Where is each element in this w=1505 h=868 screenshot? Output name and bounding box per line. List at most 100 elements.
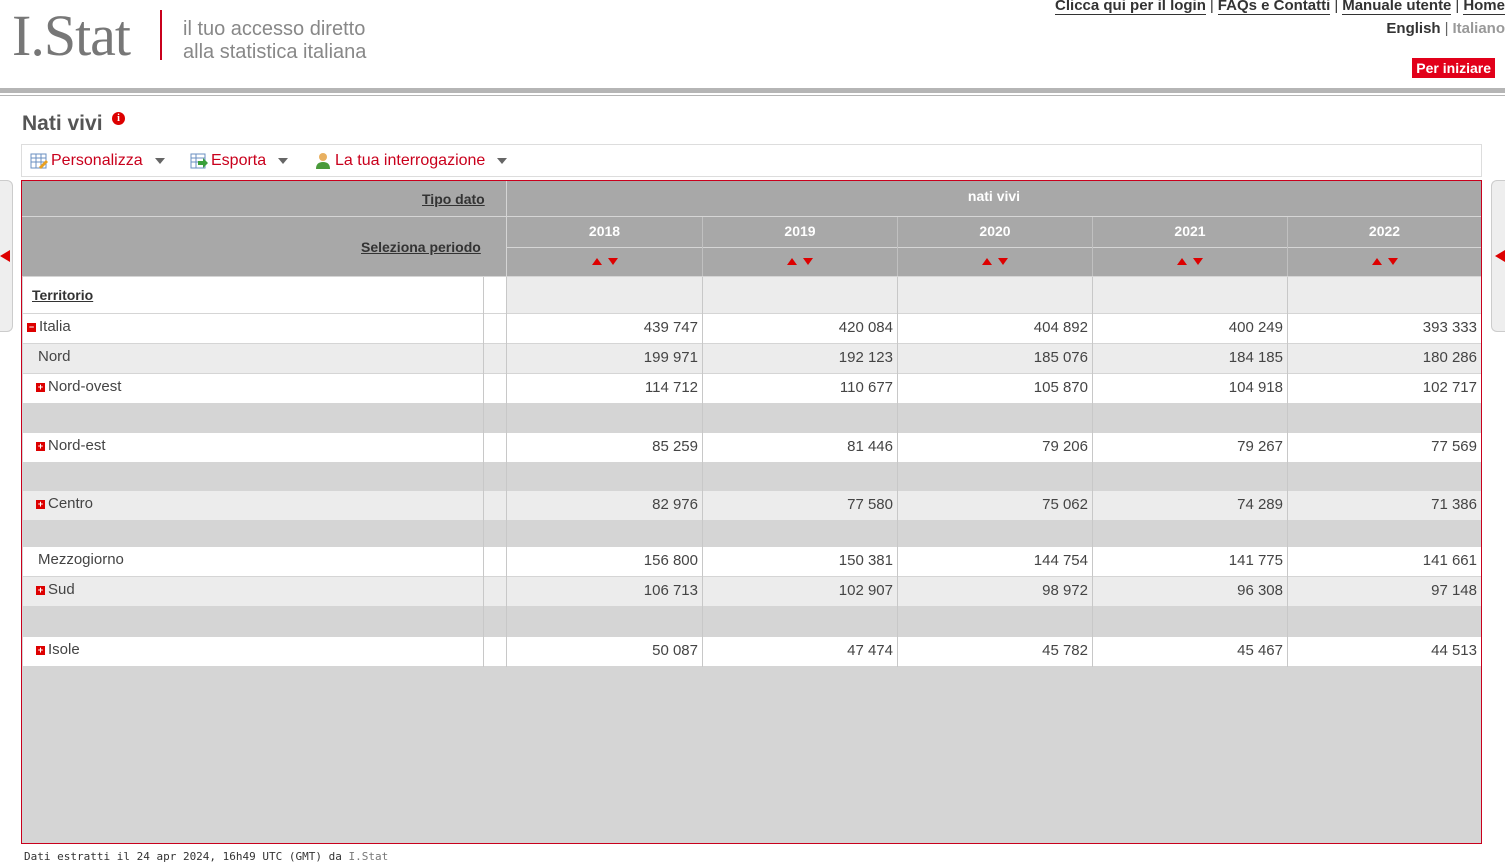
footer: Dati estratti il 24 apr 2024, 16h49 UTC … xyxy=(24,850,388,863)
arrow-left-icon[interactable] xyxy=(0,250,10,262)
row-label[interactable]: + Sud xyxy=(36,581,75,598)
sort-descending-icon[interactable] xyxy=(803,258,813,265)
header-divider xyxy=(1092,217,1093,276)
tagline: il tuo accesso diretto alla statistica i… xyxy=(183,18,366,64)
row-label[interactable]: + Isole xyxy=(36,641,80,658)
table-cell: 96 308 xyxy=(1237,582,1283,599)
table-edit-icon xyxy=(30,153,48,169)
tipo-dato-label[interactable]: Tipo dato xyxy=(422,191,485,207)
column-divider xyxy=(702,277,703,667)
sort-ascending-icon[interactable] xyxy=(982,258,992,265)
row-name: Italia xyxy=(39,318,71,335)
sort-cell xyxy=(1093,248,1287,276)
export-icon xyxy=(190,153,208,169)
sort-descending-icon[interactable] xyxy=(1193,258,1203,265)
table-cell: 199 971 xyxy=(643,349,698,366)
chevron-down-icon xyxy=(154,158,165,164)
territorio-empty-cells xyxy=(507,277,1481,313)
column-divider xyxy=(506,277,507,667)
table-cell: 71 386 xyxy=(1431,496,1477,513)
table-cell: 45 782 xyxy=(1042,642,1088,659)
manual-link[interactable]: Manuale utente xyxy=(1342,0,1452,15)
arrow-left-icon[interactable] xyxy=(1495,250,1505,262)
table-cell: 102 717 xyxy=(1422,379,1477,396)
sort-ascending-icon[interactable] xyxy=(1177,258,1187,265)
site-header: I.Stat il tuo accesso diretto alla stati… xyxy=(0,0,1505,96)
territorio-label[interactable]: Territorio xyxy=(32,287,93,303)
row-label: Mezzogiorno xyxy=(38,551,124,568)
lang-italian[interactable]: Italiano xyxy=(1452,20,1505,37)
table-cell: 77 569 xyxy=(1431,438,1477,455)
collapse-icon[interactable]: − xyxy=(27,323,36,332)
year-header: 2020 xyxy=(898,217,1092,247)
row-name: Isole xyxy=(48,641,80,658)
year-header: 2019 xyxy=(703,217,897,247)
header-divider xyxy=(702,217,703,276)
start-button[interactable]: Per iniziare xyxy=(1412,58,1495,78)
query-menu[interactable]: La tua interrogazione xyxy=(314,152,508,170)
table-cell: 141 661 xyxy=(1422,552,1477,569)
row-label[interactable]: + Nord-ovest xyxy=(36,378,121,395)
login-link[interactable]: Clicca qui per il login xyxy=(1055,0,1206,15)
customize-menu[interactable]: Personalizza xyxy=(30,152,165,170)
footer-source-link[interactable]: I.Stat xyxy=(349,850,389,863)
table-cell: 104 918 xyxy=(1228,379,1283,396)
row-name: Nord-est xyxy=(48,437,106,454)
periodo-label[interactable]: Seleziona periodo xyxy=(361,239,481,255)
table-cell: 439 747 xyxy=(643,319,698,336)
tagline-line2: alla statistica italiana xyxy=(183,41,367,63)
faq-link[interactable]: FAQs e Contatti xyxy=(1217,0,1331,15)
sort-descending-icon[interactable] xyxy=(998,258,1008,265)
row-label[interactable]: + Centro xyxy=(36,495,93,512)
row-label[interactable]: + Nord-est xyxy=(36,437,106,454)
logo-separator xyxy=(160,10,162,60)
row-name: Nord xyxy=(38,348,71,365)
sort-descending-icon[interactable] xyxy=(1388,258,1398,265)
year-header: 2018 xyxy=(507,217,702,247)
top-links: Clicca qui per il login | FAQs e Contatti |… xyxy=(1055,0,1505,15)
sort-ascending-icon[interactable] xyxy=(787,258,797,265)
table-cell: 75 062 xyxy=(1042,496,1088,513)
column-divider xyxy=(483,277,484,667)
customize-label: Personalizza xyxy=(51,152,143,169)
export-menu[interactable]: Esporta xyxy=(190,152,289,170)
tipo-dato-value: nati vivi xyxy=(507,181,1481,216)
expand-icon[interactable]: + xyxy=(36,500,45,509)
page-title: Nati vivi xyxy=(22,112,103,135)
expand-icon[interactable]: + xyxy=(36,646,45,655)
user-icon xyxy=(316,153,330,169)
table-cell: 44 513 xyxy=(1431,642,1477,659)
link-separator: | xyxy=(1334,0,1339,14)
table-cell: 185 076 xyxy=(1033,349,1088,366)
row-name: Sud xyxy=(48,581,75,598)
link-separator: | xyxy=(1209,0,1214,14)
table-cell: 81 446 xyxy=(847,438,893,455)
table-cell: 45 467 xyxy=(1237,642,1283,659)
sort-descending-icon[interactable] xyxy=(608,258,618,265)
lang-separator: | xyxy=(1444,20,1449,37)
table-cell: 156 800 xyxy=(643,552,698,569)
query-label: La tua interrogazione xyxy=(335,152,486,169)
info-icon[interactable]: i xyxy=(112,112,125,125)
row-label[interactable]: − Italia xyxy=(27,318,71,335)
table-cell: 393 333 xyxy=(1422,319,1477,336)
sort-ascending-icon[interactable] xyxy=(1372,258,1382,265)
table-cell: 150 381 xyxy=(838,552,893,569)
expand-icon[interactable]: + xyxy=(36,383,45,392)
home-link[interactable]: Home xyxy=(1463,0,1505,15)
istat-logo[interactable]: I.Stat xyxy=(12,4,131,68)
table-cell: 141 775 xyxy=(1228,552,1283,569)
table-cell: 50 087 xyxy=(652,642,698,659)
table-cell: 192 123 xyxy=(838,349,893,366)
table-cell: 102 907 xyxy=(838,582,893,599)
sort-ascending-icon[interactable] xyxy=(592,258,602,265)
header-divider-thin xyxy=(0,95,1505,96)
language-switch: English | Italiano xyxy=(1386,20,1505,37)
table-cell: 79 267 xyxy=(1237,438,1283,455)
expand-icon[interactable]: + xyxy=(36,586,45,595)
expand-icon[interactable]: + xyxy=(36,442,45,451)
link-separator: | xyxy=(1455,0,1460,14)
table-cell: 110 677 xyxy=(839,379,893,396)
lang-english[interactable]: English xyxy=(1386,20,1440,37)
table-cell: 74 289 xyxy=(1237,496,1283,513)
